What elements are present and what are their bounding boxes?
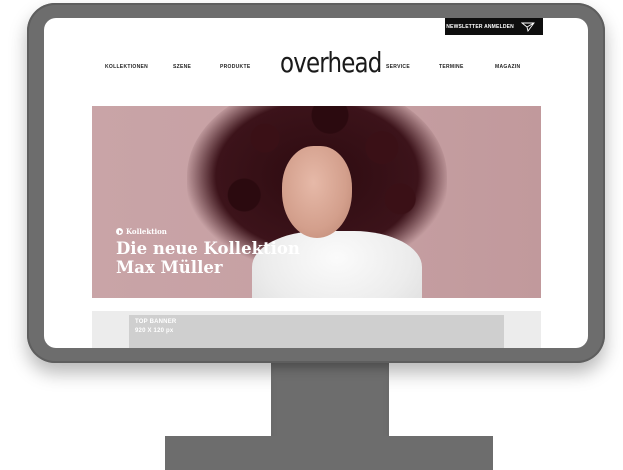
banner-size: 920 X 120 px bbox=[135, 328, 174, 334]
site-logo[interactable]: overhead bbox=[280, 43, 382, 83]
monitor-stand-neck bbox=[271, 363, 389, 437]
nav-item-szene[interactable]: Szene bbox=[173, 64, 191, 70]
nav-item-termine[interactable]: Termine bbox=[439, 64, 464, 70]
paper-plane-icon bbox=[521, 22, 535, 32]
nav-item-magazin[interactable]: Magazin bbox=[495, 64, 520, 70]
nav-item-kollektionen[interactable]: Kollektionen bbox=[105, 64, 148, 70]
top-banner-placeholder[interactable]: TOP BANNER 920 X 120 px bbox=[129, 315, 504, 348]
nav-item-produkte[interactable]: Produkte bbox=[220, 64, 250, 70]
hero-title-line2: Max Müller bbox=[116, 258, 223, 277]
hero-image-face bbox=[282, 146, 352, 238]
hero-title[interactable]: Die neue Kollektion Max Müller bbox=[116, 239, 376, 277]
newsletter-label: Newsletter anmelden bbox=[446, 23, 514, 30]
hero-tag[interactable]: Kollektion bbox=[116, 227, 167, 236]
banner-label: TOP BANNER bbox=[135, 319, 177, 325]
nav-item-service[interactable]: Service bbox=[386, 64, 410, 70]
newsletter-signup-button[interactable]: Newsletter anmelden bbox=[445, 18, 543, 35]
hero-title-line1: Die neue Kollektion bbox=[116, 239, 300, 258]
hero-banner[interactable]: Kollektion Die neue Kollektion Max Mülle… bbox=[92, 106, 541, 298]
main-navigation: Kollektionen Szene Produkte overhead Ser… bbox=[44, 46, 588, 88]
play-icon bbox=[116, 228, 123, 235]
monitor-screen: Newsletter anmelden Kollektionen Szene P… bbox=[44, 18, 588, 348]
hero-tag-label: Kollektion bbox=[126, 227, 167, 236]
monitor-stand-base bbox=[165, 436, 493, 470]
